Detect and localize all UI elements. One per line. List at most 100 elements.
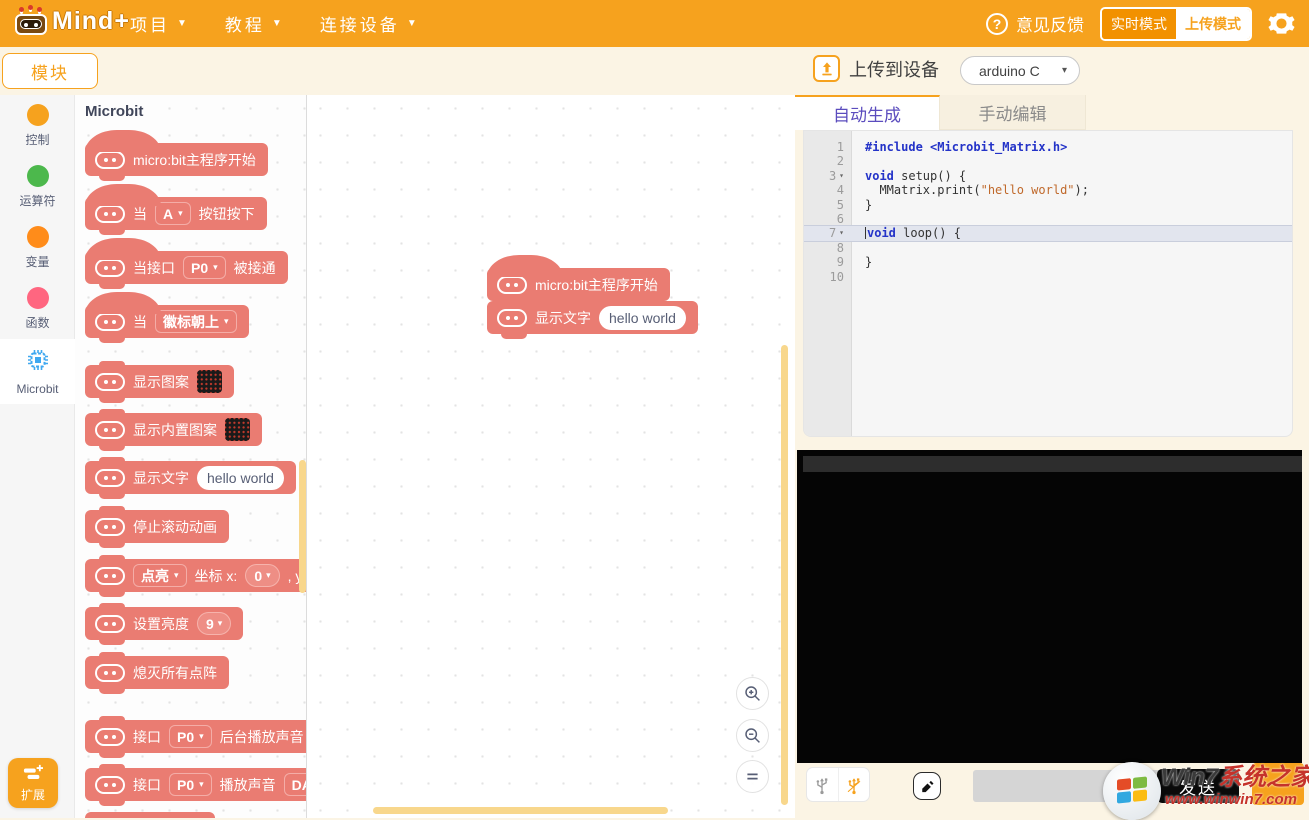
fold-arrow-icon[interactable]: ▾ bbox=[839, 226, 844, 240]
feedback-button[interactable]: ? 意见反馈 bbox=[986, 11, 1084, 36]
chevron-down-icon: ▾ bbox=[1062, 65, 1067, 76]
led-matrix-icon[interactable] bbox=[225, 418, 250, 441]
block-label: 坐标 x: bbox=[195, 566, 238, 586]
line-number: 1 bbox=[804, 140, 852, 154]
send-button[interactable] bbox=[1252, 763, 1304, 805]
sidebar-item-变量[interactable]: 变量 bbox=[0, 217, 75, 278]
code-line-4: 4 MMatrix.print("hello world"); bbox=[804, 183, 1292, 197]
clear-output-button[interactable] bbox=[913, 772, 941, 800]
usb-connect-icon[interactable] bbox=[838, 768, 869, 801]
category-color-dot bbox=[27, 165, 49, 187]
block-value-dropdown[interactable]: 9▾ bbox=[197, 612, 231, 635]
block-bg-play-sound[interactable]: 接口P0▾后台播放声音DADA▾ bbox=[85, 720, 307, 753]
code-text: void setup() { bbox=[852, 169, 966, 183]
upload-mode-button[interactable]: 上传模式 bbox=[1176, 9, 1250, 39]
block-label: 停止滚动动画 bbox=[133, 517, 217, 537]
block-set-brightness[interactable]: 设置亮度9▾ bbox=[85, 607, 243, 640]
block-label: 当 bbox=[133, 204, 147, 224]
microbit-face-icon bbox=[95, 151, 125, 169]
language-select[interactable]: arduino C ▾ bbox=[960, 56, 1080, 85]
block-dropdown[interactable]: 徽标朝上▾ bbox=[155, 310, 237, 333]
block-on-gesture[interactable]: 当徽标朝上▾ bbox=[85, 305, 249, 338]
upload-to-device-label: 上传到设备 bbox=[849, 56, 939, 82]
line-number: 9 bbox=[804, 255, 852, 269]
modules-tab-button[interactable]: 模块 bbox=[2, 53, 98, 89]
upload-to-device-button[interactable]: 上传到设备 bbox=[813, 55, 939, 82]
block-partially-visible[interactable] bbox=[85, 812, 215, 818]
microbit-face-icon bbox=[497, 276, 527, 294]
upload-arrow-icon bbox=[813, 55, 840, 82]
menu-连接设备[interactable]: 连接设备▼ bbox=[320, 11, 417, 36]
serial-connection-group bbox=[806, 767, 870, 802]
zoom-reset-button[interactable] bbox=[736, 760, 769, 793]
feedback-label: 意见反馈 bbox=[1016, 11, 1084, 36]
settings-gear-icon[interactable] bbox=[1268, 10, 1295, 37]
text-cursor bbox=[865, 227, 866, 239]
send-tooltip: 发送 bbox=[1157, 769, 1239, 803]
fold-arrow-icon[interactable]: ▾ bbox=[839, 169, 844, 183]
code-text: #include <Microbit_Matrix.h> bbox=[852, 140, 1067, 154]
zoom-in-button[interactable] bbox=[736, 677, 769, 710]
code-text bbox=[852, 212, 865, 226]
block-label: 播放声音 bbox=[220, 775, 276, 795]
code-line-1: 1#include <Microbit_Matrix.h> bbox=[804, 140, 1292, 154]
microbit-face-icon bbox=[95, 469, 125, 487]
block-clear-matrix[interactable]: 熄灭所有点阵 bbox=[85, 656, 229, 689]
menu-教程[interactable]: 教程▼ bbox=[225, 11, 282, 36]
tab-auto-generate[interactable]: 自动生成 bbox=[795, 95, 940, 130]
block-dropdown[interactable]: P0▾ bbox=[169, 773, 212, 796]
sidebar-item-运算符[interactable]: 运算符 bbox=[0, 156, 75, 217]
block-text-input[interactable]: hello world bbox=[599, 306, 686, 330]
block-show-text[interactable]: 显示文字hello world bbox=[85, 461, 296, 494]
block-text-input[interactable]: hello world bbox=[197, 466, 284, 490]
code-editor[interactable]: 1#include <Microbit_Matrix.h>23▾void set… bbox=[803, 130, 1293, 437]
extension-label: 扩展 bbox=[21, 786, 45, 803]
canvas-horizontal-scrollbar[interactable] bbox=[373, 807, 668, 814]
sidebar-item-函数[interactable]: 函数 bbox=[0, 278, 75, 339]
block-main-start[interactable]: micro:bit主程序开始 bbox=[85, 143, 268, 176]
block-set-pixel[interactable]: 点亮▾坐标 x:0▾, y:0▾ bbox=[85, 559, 307, 592]
workspace-canvas[interactable]: micro:bit主程序开始显示文字hello world bbox=[307, 95, 795, 818]
block-label: 当 bbox=[133, 312, 147, 332]
sidebar-item-Microbit[interactable]: Microbit bbox=[0, 339, 75, 404]
block-play-sound[interactable]: 接口P0▾播放声音DADA▾ bbox=[85, 768, 307, 801]
block-on-pin[interactable]: 当接口P0▾被接通 bbox=[85, 251, 288, 284]
code-line-10: 10 bbox=[804, 270, 1292, 284]
led-matrix-icon[interactable] bbox=[197, 370, 222, 393]
block-label: 显示内置图案 bbox=[133, 420, 217, 440]
chevron-down-icon: ▼ bbox=[407, 18, 417, 29]
robot-logo-icon bbox=[14, 6, 48, 36]
language-selected-value: arduino C bbox=[979, 63, 1040, 79]
code-text: void loop() { bbox=[852, 226, 961, 240]
block-value-dropdown[interactable]: 0▾ bbox=[245, 564, 279, 587]
realtime-mode-button[interactable]: 实时模式 bbox=[1102, 9, 1176, 39]
zoom-out-button[interactable] bbox=[736, 719, 769, 752]
sidebar-item-控制[interactable]: 控制 bbox=[0, 95, 75, 156]
code-line-3: 3▾void setup() { bbox=[804, 169, 1292, 183]
block-dropdown[interactable]: DADA▾ bbox=[284, 773, 307, 796]
help-icon: ? bbox=[986, 13, 1008, 35]
line-number: 7▾ bbox=[804, 226, 852, 240]
canvas-vertical-scrollbar[interactable] bbox=[781, 345, 788, 805]
block-dropdown[interactable]: A▾ bbox=[155, 202, 191, 225]
block-dropdown[interactable]: 点亮▾ bbox=[133, 564, 187, 587]
block-show-pattern[interactable]: 显示图案 bbox=[85, 365, 234, 398]
block-dropdown[interactable]: P0▾ bbox=[183, 256, 226, 279]
block-on-button[interactable]: 当A▾按钮按下 bbox=[85, 197, 267, 230]
block-show-builtin[interactable]: 显示内置图案 bbox=[85, 413, 262, 446]
block-label: 显示图案 bbox=[133, 372, 189, 392]
tab-manual-edit[interactable]: 手动编辑 bbox=[940, 95, 1086, 130]
code-text bbox=[852, 270, 865, 284]
menu-项目[interactable]: 项目▼ bbox=[130, 11, 187, 36]
palette-scrollbar[interactable] bbox=[299, 460, 306, 593]
microbit-face-icon bbox=[95, 776, 125, 794]
menu-label: 教程 bbox=[225, 11, 265, 36]
code-text: } bbox=[852, 198, 872, 212]
usb-disconnected-icon[interactable] bbox=[807, 768, 838, 801]
block-show-text[interactable]: 显示文字hello world bbox=[487, 301, 698, 334]
code-text bbox=[852, 154, 865, 168]
extension-button[interactable]: 扩展 bbox=[8, 758, 58, 808]
block-dropdown[interactable]: P0▾ bbox=[169, 725, 212, 748]
block-stop-scroll[interactable]: 停止滚动动画 bbox=[85, 510, 229, 543]
block-label: micro:bit主程序开始 bbox=[133, 150, 256, 170]
